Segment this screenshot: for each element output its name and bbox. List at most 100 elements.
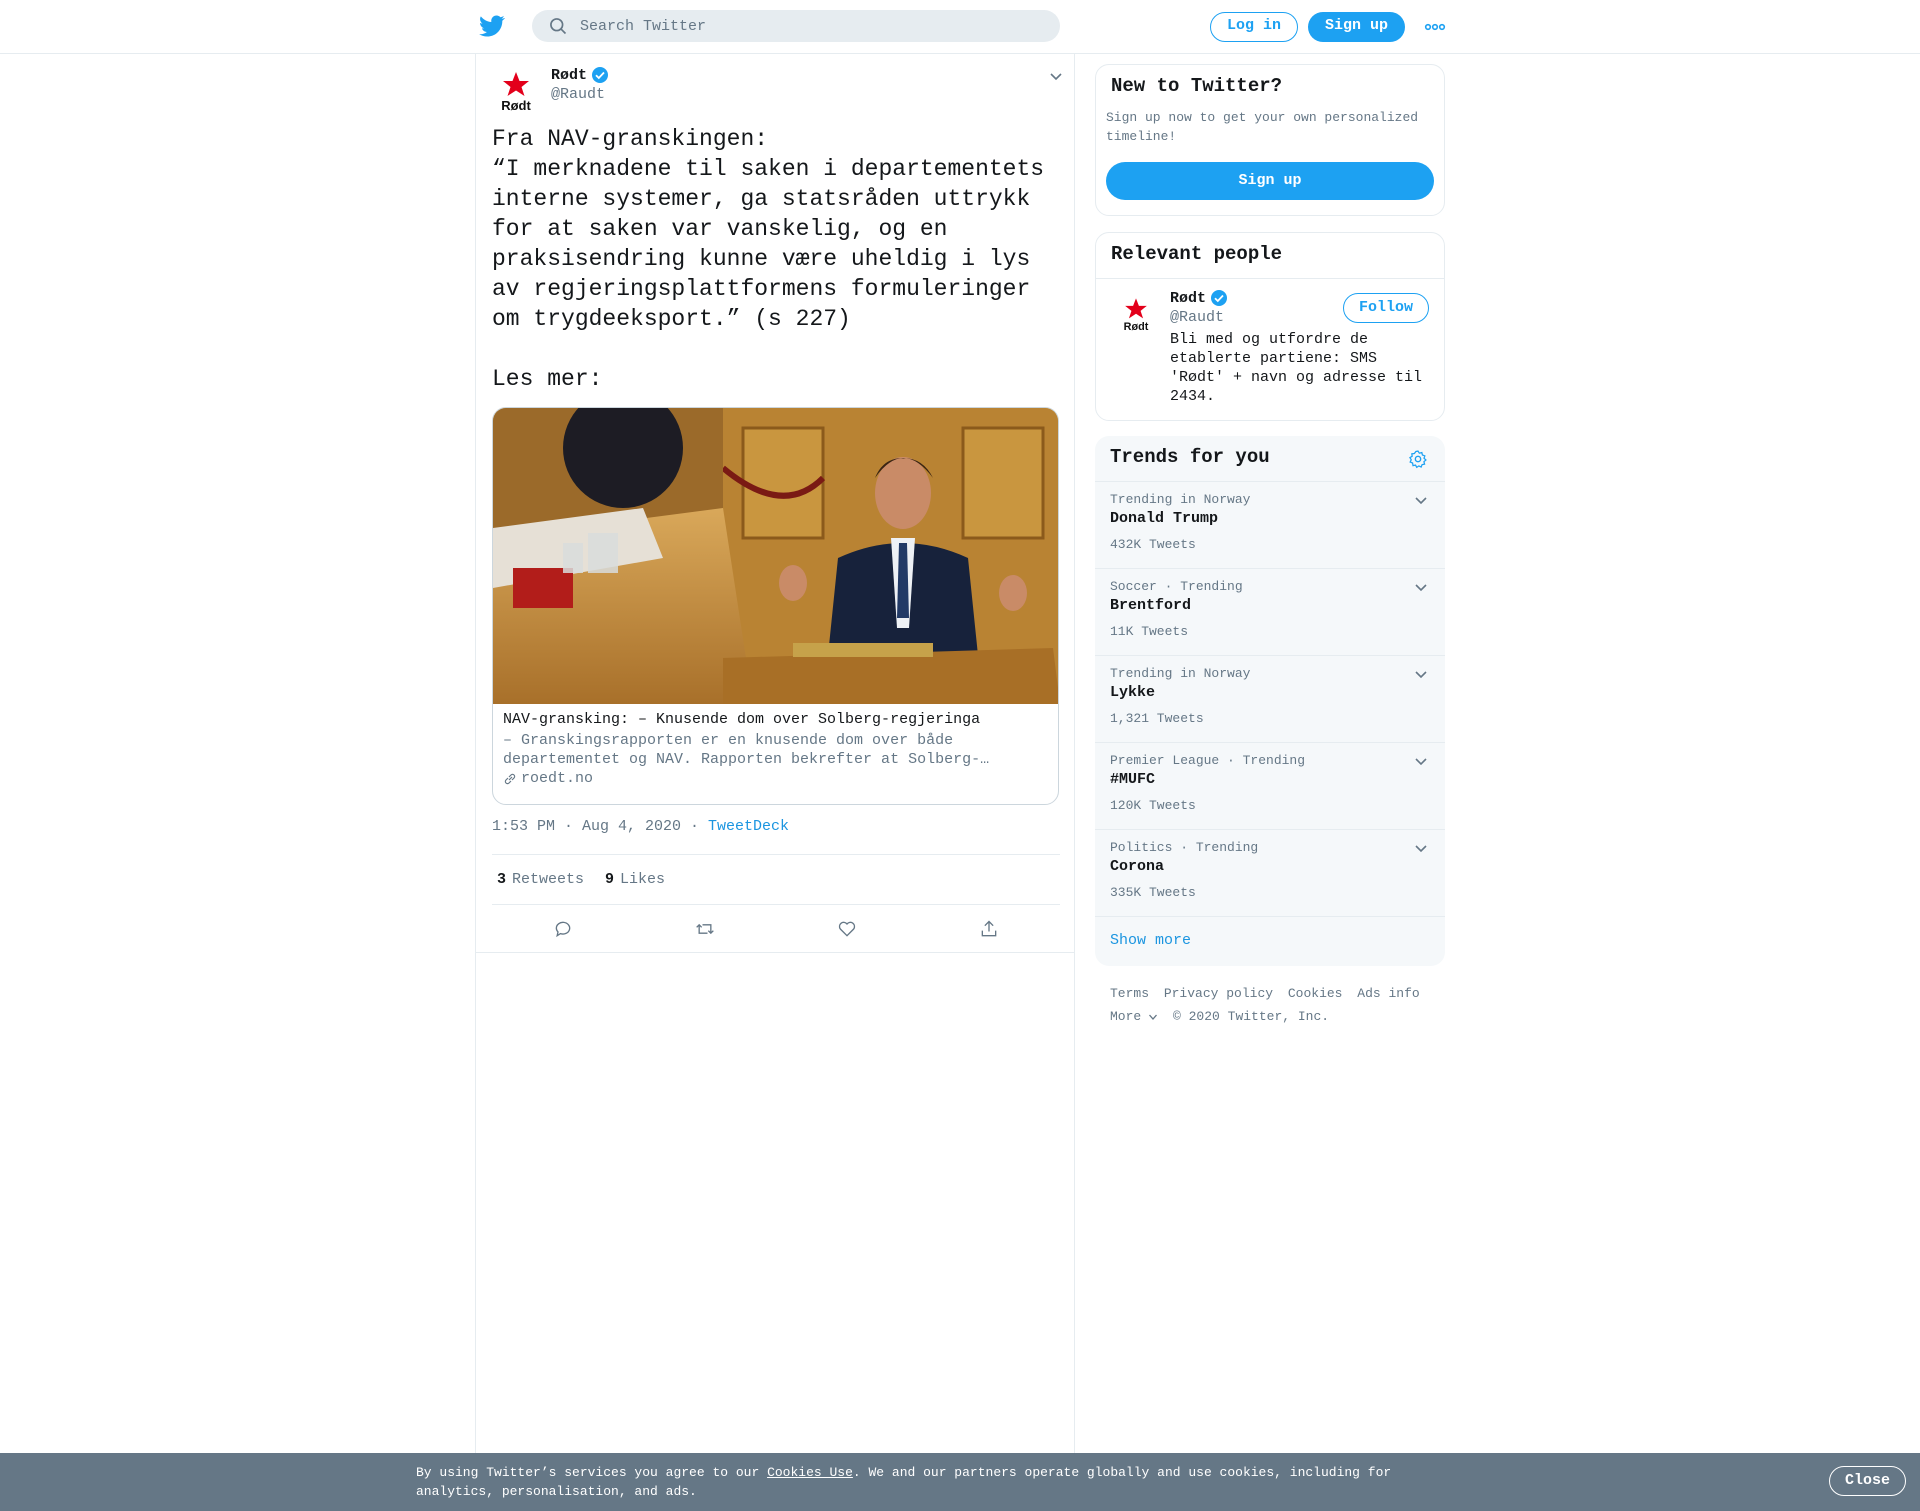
panel-title: Trends for you	[1110, 446, 1270, 468]
more-link-label: More	[1110, 1009, 1142, 1024]
trend-item[interactable]: Politics · Trending Corona 335K Tweets	[1095, 830, 1445, 917]
card-body: NAV-gransking: – Knusende dom over Solbe…	[503, 710, 1048, 788]
trend-count: 1,321 Tweets	[1110, 711, 1204, 726]
avatar[interactable]: Rødt	[1116, 295, 1156, 335]
close-button[interactable]: Close	[1829, 1466, 1906, 1496]
trend-item[interactable]: Trending in Norway Donald Trump 432K Twe…	[1095, 482, 1445, 569]
trend-context: Soccer · Trending	[1110, 579, 1243, 594]
tweet-source-link[interactable]: TweetDeck	[708, 818, 789, 835]
card-image[interactable]	[493, 408, 1059, 704]
trend-item[interactable]: Trending in Norway Lykke 1,321 Tweets	[1095, 656, 1445, 743]
more-options-icon[interactable]	[1424, 18, 1446, 36]
reply-icon[interactable]	[553, 919, 573, 939]
footer-links: Terms Privacy policy Cookies Ads info Mo…	[1110, 982, 1440, 1028]
avatar[interactable]: Rødt	[492, 68, 540, 116]
person-name-text: Rødt	[1170, 289, 1207, 307]
trend-count: 335K Tweets	[1110, 885, 1196, 900]
top-bar: Log in Sign up	[0, 0, 1920, 54]
retweets-count: 3	[497, 871, 507, 888]
trend-name: Donald Trump	[1110, 510, 1219, 527]
cookies-link[interactable]: Cookies	[1288, 986, 1343, 1001]
link-card[interactable]: NAV-gransking: – Knusende dom over Solbe…	[492, 407, 1059, 805]
link-icon	[504, 773, 516, 784]
trend-count: 11K Tweets	[1110, 624, 1189, 639]
cookie-text: By using Twitter’s services you agree to…	[416, 1463, 1416, 1501]
copyright: © 2020 Twitter, Inc.	[1173, 1009, 1330, 1024]
likes-count: 9	[605, 871, 615, 888]
card-domain[interactable]: roedt.no	[503, 769, 1048, 788]
retweets-label: Retweets	[512, 871, 585, 888]
ads-info-link[interactable]: Ads info	[1357, 986, 1419, 1001]
tweet-timestamp[interactable]: 1:53 PM · Aug 4, 2020	[492, 818, 681, 835]
avatar-logo-text: Rødt	[1124, 321, 1149, 333]
author-handle[interactable]: @Raudt	[551, 86, 605, 103]
trend-item[interactable]: Soccer · Trending Brentford 11K Tweets	[1095, 569, 1445, 656]
retweets-stat[interactable]: 3 Retweets	[497, 871, 584, 888]
gear-icon[interactable]	[1408, 449, 1428, 469]
trend-context: Trending in Norway	[1110, 666, 1251, 681]
more-link[interactable]: More	[1110, 1009, 1158, 1024]
tweet-metadata: 1:53 PM · Aug 4, 2020 · TweetDeck	[492, 818, 789, 835]
login-button[interactable]: Log in	[1210, 12, 1298, 42]
chevron-down-icon[interactable]	[1048, 68, 1064, 84]
divider	[476, 952, 1074, 953]
verified-badge-icon	[1211, 290, 1228, 306]
trend-count: 432K Tweets	[1110, 537, 1196, 552]
meta-separator: ·	[681, 818, 709, 835]
person-bio: Bli med og utfordre de etablerte partien…	[1170, 331, 1423, 405]
new-to-twitter-panel: New to Twitter? Sign up now to get your …	[1095, 64, 1445, 216]
trend-context: Trending in Norway	[1110, 492, 1251, 507]
trend-name: #MUFC	[1110, 771, 1156, 788]
verified-badge-icon	[592, 67, 609, 83]
panel-header: Trends for you	[1095, 436, 1445, 482]
likes-stat[interactable]: 9 Likes	[605, 871, 665, 888]
chevron-down-icon	[1149, 1014, 1158, 1020]
likes-label: Likes	[620, 871, 666, 888]
panel-title: New to Twitter?	[1111, 75, 1283, 97]
follow-button[interactable]: Follow	[1343, 293, 1429, 323]
trend-context: Politics · Trending	[1110, 840, 1259, 855]
search-box[interactable]	[532, 10, 1060, 42]
relevant-people-panel: Relevant people Rødt Rødt @Raudt Follow …	[1095, 232, 1445, 421]
main-column: Rødt Rødt @Raudt Fra NAV-granskingen: “I…	[475, 54, 1075, 1454]
show-more-link[interactable]: Show more	[1110, 932, 1191, 949]
card-domain-text: roedt.no	[521, 770, 594, 787]
cookie-text-before: By using Twitter’s services you agree to…	[416, 1465, 768, 1480]
person-name[interactable]: Rødt	[1170, 289, 1228, 307]
twitter-logo-icon[interactable]	[478, 13, 506, 39]
cookies-use-link[interactable]: Cookies Use	[767, 1465, 853, 1480]
chevron-down-icon[interactable]	[1413, 492, 1429, 508]
trends-panel: Trends for you Trending in Norway Donald…	[1095, 436, 1445, 966]
author-name-text: Rødt	[551, 66, 588, 84]
search-icon	[550, 18, 567, 35]
chevron-down-icon[interactable]	[1413, 753, 1429, 769]
like-icon[interactable]	[837, 919, 857, 939]
person-handle[interactable]: @Raudt	[1170, 309, 1224, 326]
retweet-icon[interactable]	[695, 919, 715, 939]
search-input[interactable]	[580, 17, 1020, 35]
trend-item[interactable]: Premier League · Trending #MUFC 120K Twe…	[1095, 743, 1445, 830]
terms-link[interactable]: Terms	[1110, 986, 1149, 1001]
trend-name: Corona	[1110, 858, 1165, 875]
chevron-down-icon[interactable]	[1413, 579, 1429, 595]
trend-name: Brentford	[1110, 597, 1192, 614]
signup-large-button[interactable]: Sign up	[1106, 162, 1434, 200]
avatar-logo-text: Rødt	[501, 98, 531, 113]
privacy-link[interactable]: Privacy policy	[1164, 986, 1273, 1001]
author-name[interactable]: Rødt	[551, 66, 609, 84]
card-description: – Granskingsrapporten er en knusende dom…	[503, 732, 990, 768]
signup-button[interactable]: Sign up	[1308, 12, 1405, 42]
panel-title: Relevant people	[1111, 243, 1283, 265]
share-icon[interactable]	[979, 919, 999, 939]
trend-name: Lykke	[1110, 684, 1156, 701]
tweet-actions	[492, 905, 1060, 953]
tweet-stats: 3 Retweets 9 Likes	[492, 854, 1060, 905]
chevron-down-icon[interactable]	[1413, 666, 1429, 682]
chevron-down-icon[interactable]	[1413, 840, 1429, 856]
tweet-text: Fra NAV-granskingen: “I merknadene til s…	[492, 126, 1045, 392]
panel-text: Sign up now to get your own personalized…	[1106, 110, 1419, 144]
cookie-banner: By using Twitter’s services you agree to…	[0, 1453, 1920, 1511]
card-title[interactable]: NAV-gransking: – Knusende dom over Solbe…	[503, 710, 1048, 729]
trend-context: Premier League · Trending	[1110, 753, 1306, 768]
trend-count: 120K Tweets	[1110, 798, 1196, 813]
